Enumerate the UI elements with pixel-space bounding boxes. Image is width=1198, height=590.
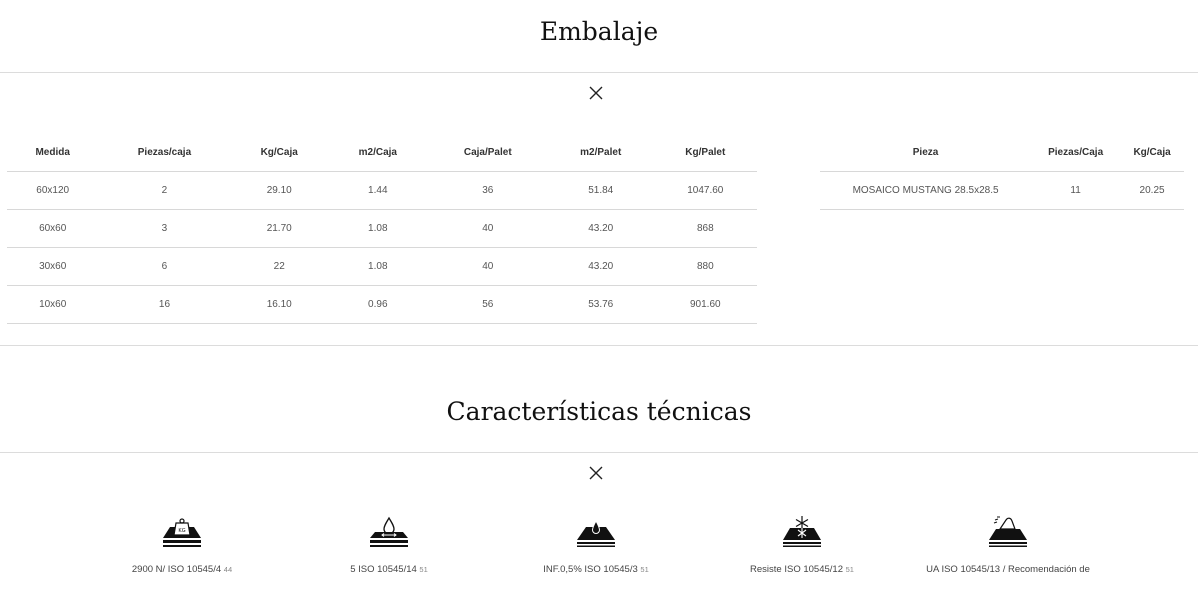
feature-caption: UA ISO 10545/13 / Recomendación de (898, 564, 1118, 575)
table-cell: 53.76 (547, 285, 654, 324)
feature-subvalue: 51 (640, 565, 649, 574)
feature-item: UA ISO 10545/13 / Recomendación de (898, 514, 1118, 575)
table-cell: 40 (427, 247, 548, 286)
table-cell: 30x60 (7, 247, 99, 286)
water-drop-surface-icon (370, 516, 408, 547)
table-cell: 60x60 (7, 209, 99, 248)
feature-caption: INF.0,5% ISO 10545/3 51 (486, 564, 706, 575)
table-cell: 60x120 (7, 171, 99, 210)
col-header: m2/Caja (327, 133, 428, 172)
table-row: 60x120 2 29.10 1.44 36 51.84 1047.60 (7, 171, 757, 210)
frost-resistance-icon (783, 516, 821, 547)
feature-text: UA ISO 10545/13 / Recomendación de (926, 564, 1090, 575)
table-cell: 21.70 (230, 209, 328, 248)
col-header: Medida (7, 133, 99, 172)
table-cell: 40 (427, 209, 548, 248)
divider (0, 72, 1198, 73)
table-cell: MOSAICO MUSTANG 28.5x28.5 (820, 171, 1032, 210)
feature-caption: 5 ISO 10545/14 51 (279, 564, 499, 575)
feature-subvalue: 44 (223, 565, 233, 574)
svg-text:KG: KG (178, 528, 185, 534)
table-cell: 36 (427, 171, 548, 210)
table-cell: 901.60 (653, 285, 757, 324)
table-cell: 1.08 (327, 247, 428, 286)
table-cell: 16 (98, 285, 231, 324)
col-header: Kg/Palet (653, 133, 757, 172)
packaging-table: Medida Piezas/caja Kg/Caja m2/Caja Caja/… (7, 133, 757, 324)
col-header: m2/Palet (547, 133, 654, 172)
table-cell: 2 (98, 171, 231, 210)
table-cell: 16.10 (230, 285, 328, 324)
table-cell: 29.10 (230, 171, 328, 210)
table-cell: 22 (230, 247, 328, 286)
table-row: 60x60 3 21.70 1.08 40 43.20 868 (7, 209, 757, 248)
feature-text: INF.0,5% ISO 10545/3 (543, 564, 638, 575)
piece-table: Pieza Piezas/Caja Kg/Caja MOSAICO MUSTAN… (820, 133, 1184, 210)
table-cell: 6 (98, 247, 231, 286)
col-header: Piezas/caja (98, 133, 231, 172)
table-cell: 880 (653, 247, 757, 286)
feature-text: 5 ISO 10545/14 (350, 564, 417, 575)
table-header-row: Medida Piezas/caja Kg/Caja m2/Caja Caja/… (7, 133, 757, 172)
table-row: 30x60 6 22 1.08 40 43.20 880 (7, 247, 757, 286)
feature-subvalue: 51 (845, 565, 854, 574)
technical-title: Características técnicas (446, 397, 752, 426)
col-header: Caja/Palet (427, 133, 548, 172)
table-cell: 0.96 (327, 285, 428, 324)
col-header: Kg/Caja (230, 133, 328, 172)
chemical-resistance-icon (989, 516, 1027, 547)
table-cell: 43.20 (547, 247, 654, 286)
feature-caption: Resiste ISO 10545/12 51 (692, 564, 912, 575)
col-header: Kg/Caja (1120, 133, 1184, 172)
col-header: Piezas/Caja (1031, 133, 1121, 172)
divider (0, 345, 1198, 346)
table-cell: 868 (653, 209, 757, 248)
table-cell: 51.84 (547, 171, 654, 210)
feature-subvalue: 51 (419, 565, 428, 574)
table-cell: 10x60 (7, 285, 99, 324)
table-row: MOSAICO MUSTANG 28.5x28.5 11 20.25 (820, 171, 1184, 210)
table-header-row: Pieza Piezas/Caja Kg/Caja (820, 133, 1184, 172)
weight-load-icon: KG (163, 518, 201, 547)
table-row: 10x60 16 16.10 0.96 56 53.76 901.60 (7, 285, 757, 324)
table-cell: 3 (98, 209, 231, 248)
feature-item: INF.0,5% ISO 10545/3 51 (486, 514, 706, 575)
feature-item: 5 ISO 10545/14 51 (279, 514, 499, 575)
col-header: Pieza (820, 133, 1032, 172)
table-cell: 11 (1031, 171, 1121, 210)
technical-close-icon[interactable] (588, 465, 604, 481)
packaging-close-icon[interactable] (588, 85, 604, 101)
packaging-title: Embalaje (539, 17, 659, 46)
table-cell: 1.44 (327, 171, 428, 210)
table-cell: 56 (427, 285, 548, 324)
feature-text: Resiste ISO 10545/12 (750, 564, 843, 575)
feature-text: 2900 N/ ISO 10545/4 (131, 564, 222, 575)
table-cell: 43.20 (547, 209, 654, 248)
water-absorption-icon (577, 519, 615, 547)
feature-item: KG 2900 N/ ISO 10545/4 44 (72, 514, 292, 575)
table-cell: 1047.60 (653, 171, 757, 210)
divider (0, 452, 1198, 453)
feature-caption: 2900 N/ ISO 10545/4 44 (72, 564, 292, 575)
table-cell: 20.25 (1120, 171, 1184, 210)
feature-item: Resiste ISO 10545/12 51 (692, 514, 912, 575)
table-cell: 1.08 (327, 209, 428, 248)
